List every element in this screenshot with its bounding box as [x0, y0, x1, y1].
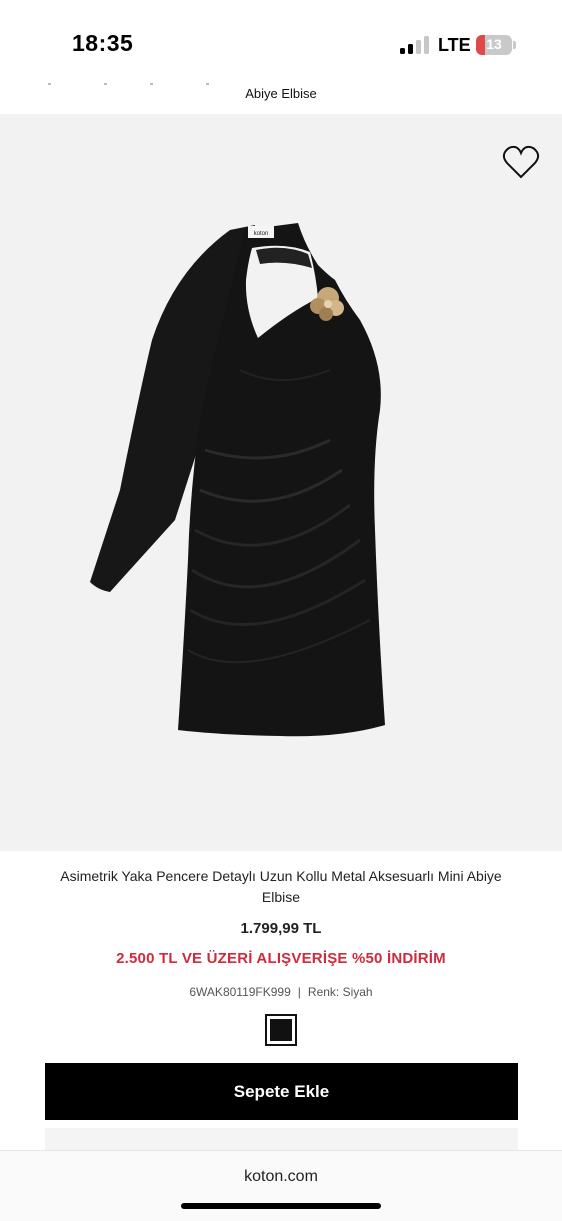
- product-title: Asimetrik Yaka Pencere Detaylı Uzun Koll…: [60, 868, 502, 905]
- product-price: 1.799,99 TL: [240, 920, 322, 937]
- page-header: Abiye Elbise: [0, 80, 562, 114]
- battery-level: 13: [486, 36, 502, 52]
- signal-strength-icon: [400, 36, 430, 54]
- brand-label-text: koton: [254, 231, 269, 237]
- secondary-action-strip: [45, 1128, 518, 1150]
- promo-banner-text[interactable]: 2.500 TL VE ÜZERİ ALIŞVERİŞE %50 İNDİRİM: [0, 950, 562, 967]
- home-indicator[interactable]: [181, 1203, 381, 1209]
- product-meta: 6WAK80119FK999 | Renk: Siyah: [0, 985, 562, 999]
- add-to-cart-button[interactable]: Sepete Ekle: [45, 1063, 518, 1120]
- heart-icon[interactable]: [502, 144, 540, 180]
- page-title: Abiye Elbise: [245, 86, 317, 101]
- color-swatch-fill: [270, 1019, 292, 1041]
- product-sku: 6WAK80119FK999: [189, 985, 291, 999]
- status-time: 18:35: [72, 30, 134, 56]
- battery-tip: [513, 41, 516, 49]
- browser-address-bar[interactable]: koton.com: [0, 1150, 562, 1221]
- battery-icon: 13: [476, 35, 512, 55]
- dress-image[interactable]: koton: [80, 220, 480, 745]
- product-color-label: Renk: Siyah: [307, 985, 373, 999]
- meta-separator: |: [297, 985, 301, 999]
- status-bar: 18:35 LTE 13: [0, 0, 562, 80]
- network-type: LTE: [438, 35, 471, 55]
- color-swatch-black[interactable]: [265, 1014, 297, 1046]
- url-text[interactable]: koton.com: [0, 1168, 562, 1186]
